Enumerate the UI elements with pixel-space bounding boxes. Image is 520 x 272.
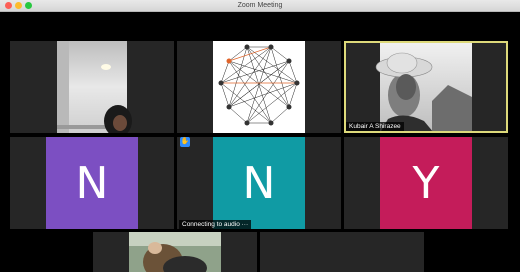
participant-tile-4[interactable]: N (10, 137, 174, 229)
participant-avatar: N (46, 137, 138, 229)
participant-tile-1[interactable] (10, 41, 174, 133)
participant-video-portrait (375, 41, 472, 133)
connecting-audio-status: Connecting to audio ··· (179, 220, 252, 229)
participant-tile-5[interactable]: N Connecting to audio ··· (177, 137, 341, 229)
participant-video-outdoor (129, 232, 221, 272)
participant-tile-6[interactable]: Y (344, 137, 508, 229)
hand-icon: ✋ (180, 137, 190, 147)
window-titlebar: Zoom Meeting (0, 0, 520, 12)
participant-avatar: Y (380, 137, 472, 229)
participant-avatar: N (213, 137, 305, 229)
window-title: Zoom Meeting (237, 2, 283, 9)
participant-tile-8 (260, 232, 424, 272)
participant-video-room (57, 41, 132, 133)
participant-tile-3[interactable]: Kubair A Shirazee (344, 41, 508, 133)
participant-video-graph (213, 41, 305, 133)
participant-name: Kubair A Shirazee (346, 122, 404, 131)
participant-tile-2[interactable] (177, 41, 341, 133)
participant-tile-7[interactable] (93, 232, 257, 272)
